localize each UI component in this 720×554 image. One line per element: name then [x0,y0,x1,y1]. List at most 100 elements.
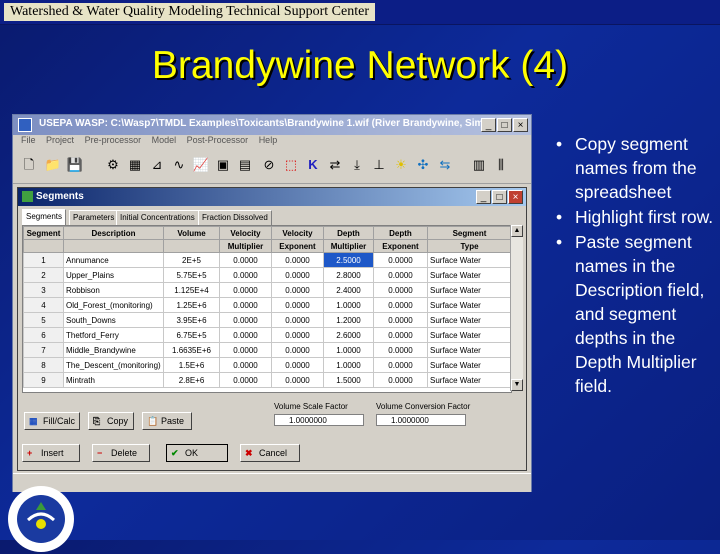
table-cell[interactable]: 1 [23,252,64,268]
table-cell[interactable]: 8 [23,357,64,373]
tab-fraction-dissolved[interactable]: Fraction Dissolved [198,210,272,225]
tab-initial-concentrations[interactable]: Initial Concentrations [116,210,199,225]
table-cell[interactable]: 0.0000 [373,312,428,328]
table-cell[interactable]: 1.0000 [323,342,374,358]
table-cell[interactable]: The_Descent_(monitoring) [63,357,164,373]
column-header[interactable]: Description [63,226,164,240]
minimize-button[interactable]: _ [481,118,496,132]
table-cell[interactable]: South_Downs [63,312,164,328]
table-cell[interactable]: 0.0000 [373,327,428,343]
table-cell[interactable]: 2.8000 [323,267,374,283]
tab-parameters[interactable]: Parameters [69,210,119,225]
column-header[interactable]: Velocity [219,226,272,240]
table-cell[interactable]: 0.0000 [271,312,324,328]
table-cell[interactable]: 0.0000 [271,297,324,313]
table-row[interactable]: 2 Upper_Plains 5.75E+5 0.0000 0.0000 2.8000 0.… [23,267,511,283]
copy-button[interactable]: ⎘ Copy [88,412,134,430]
k-icon[interactable]: K [303,155,323,175]
table-cell[interactable]: Robbison [63,282,164,298]
table-cell[interactable]: Old_Forest_(monitoring) [63,297,164,313]
close-button[interactable]: × [513,118,528,132]
table-cell[interactable]: 1.6635E+6 [163,342,220,358]
loads-icon[interactable]: ⤓ [347,155,367,175]
dialog-maximize-button[interactable]: □ [492,190,507,204]
table-cell[interactable]: 0.0000 [271,342,324,358]
ok-button[interactable]: ✔ OK [166,444,228,462]
table-row[interactable]: 1 Annumance 2E+5 0.0000 0.0000 2.5000 0.0000 Su… [23,252,511,268]
fill-calc-button[interactable]: ▦ Fill/Calc [24,412,80,430]
menu-preprocessor[interactable]: Pre-processor [85,135,142,145]
table-cell[interactable]: 0.0000 [373,342,428,358]
table-cell[interactable]: Surface Water [427,297,511,313]
table-cell[interactable]: 0.0000 [219,267,272,283]
table-cell[interactable]: Mintrath [63,372,164,388]
table-cell[interactable]: 1.125E+4 [163,282,220,298]
table-cell[interactable]: 0.0000 [373,372,428,388]
table-row[interactable]: 7 Middle_Brandywine 1.6635E+6 0.0000 0.0000 1… [23,342,511,358]
table-cell[interactable]: Surface Water [427,267,511,283]
delete-button[interactable]: − Delete [92,444,150,462]
table-cell[interactable]: 3 [23,282,64,298]
table-cell[interactable]: 0.0000 [219,282,272,298]
table-cell[interactable]: 0.0000 [271,267,324,283]
table-cell[interactable]: 0.0000 [271,327,324,343]
table-cell[interactable]: 0.0000 [373,252,428,268]
column-header[interactable]: Depth [323,226,374,240]
flows-icon[interactable]: ⇄ [325,155,345,175]
new-file-icon[interactable]: 🗋 [19,155,39,175]
table-cell[interactable]: 1.0000 [323,297,374,313]
table-row[interactable]: 4 Old_Forest_(monitoring) 1.25E+6 0.0000 0.0… [23,297,511,313]
run-icon[interactable]: ⚙ [103,155,123,175]
table-row[interactable]: 8 The_Descent_(monitoring) 1.5E+6 0.0000 0.0… [23,357,511,373]
calculator-icon[interactable]: ▦ [125,155,145,175]
table-row[interactable]: 9 Mintrath 2.8E+6 0.0000 0.0000 1.5000 0.0000 S… [23,372,511,388]
kinetics-icon[interactable]: ⬚ [281,155,301,175]
maximize-button[interactable]: □ [497,118,512,132]
table-cell[interactable]: 1.0000 [323,357,374,373]
tab-segments[interactable]: Segments [22,209,67,225]
chart-icon[interactable]: ⊿ [147,155,167,175]
scroll-up-icon[interactable]: ▲ [511,225,523,237]
menu-file[interactable]: File [21,135,36,145]
table-cell[interactable]: 1.2000 [323,312,374,328]
table-cell[interactable]: 0.0000 [271,252,324,268]
table-cell[interactable]: 7 [23,342,64,358]
menu-project[interactable]: Project [46,135,74,145]
table-cell[interactable]: Middle_Brandywine [63,342,164,358]
table-cell[interactable]: 2.6000 [323,327,374,343]
table-cell[interactable]: 0.0000 [219,342,272,358]
table-cell[interactable]: 2 [23,267,64,283]
menu-model[interactable]: Model [152,135,177,145]
table-icon[interactable]: ▥ [469,155,489,175]
dialog-minimize-button[interactable]: _ [476,190,491,204]
table-cell[interactable]: 2.8E+6 [163,372,220,388]
menu-help[interactable]: Help [259,135,278,145]
table-cell[interactable]: Thetford_Ferry [63,327,164,343]
table-cell[interactable]: Surface Water [427,252,511,268]
dispersion-icon[interactable]: ⇆ [435,155,455,175]
table-cell[interactable]: 0.0000 [373,282,428,298]
grid-icon[interactable]: ▤ [235,155,255,175]
sun-icon[interactable]: ☀ [391,155,411,175]
table-row[interactable]: 5 South_Downs 3.95E+6 0.0000 0.0000 1.2000 0.0… [23,312,511,328]
table-cell[interactable]: 2.4000 [323,282,374,298]
scroll-down-icon[interactable]: ▼ [511,379,523,391]
no-entry-icon[interactable]: ⊘ [259,155,279,175]
table-cell[interactable]: Surface Water [427,282,511,298]
table-cell[interactable]: 5 [23,312,64,328]
column-header[interactable]: Velocity [271,226,324,240]
graph-icon[interactable]: ∿ [169,155,189,175]
cube-icon[interactable]: ▣ [213,155,233,175]
table-cell[interactable]: 3.95E+6 [163,312,220,328]
volume-conversion-field[interactable]: 1.0000000 [376,414,466,426]
table-cell[interactable]: Upper_Plains [63,267,164,283]
table-cell[interactable]: 0.0000 [219,297,272,313]
table-cell[interactable]: 0.0000 [219,312,272,328]
table-cell[interactable]: 6 [23,327,64,343]
table-cell[interactable]: Surface Water [427,342,511,358]
dialog-close-button[interactable]: × [508,190,523,204]
insert-button[interactable]: + Insert [22,444,80,462]
table-cell[interactable]: 4 [23,297,64,313]
table-cell[interactable]: 1.25E+6 [163,297,220,313]
table-cell[interactable]: 0.0000 [219,327,272,343]
